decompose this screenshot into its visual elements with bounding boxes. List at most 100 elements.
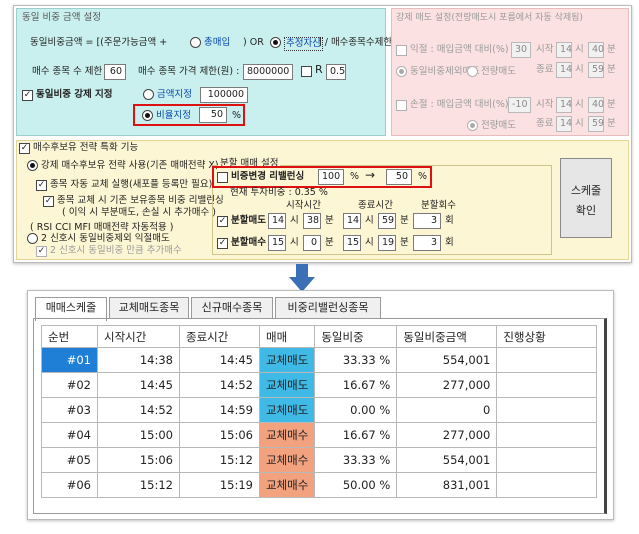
table-row[interactable]: #05 15:06 15:12 교체매수 33.33 % 554,001 <box>41 447 598 473</box>
cell-end[interactable]: 15:06 <box>179 422 260 448</box>
cell-end[interactable]: 15:19 <box>179 472 260 498</box>
cell-trade[interactable]: 교체매수 <box>258 472 316 498</box>
rebal-to-input[interactable]: 50 <box>386 169 412 185</box>
split-sell-start-minute[interactable]: 38 <box>303 213 321 229</box>
cell-trade[interactable]: 교체매도 <box>258 347 316 373</box>
amount-fixed-radio[interactable] <box>143 89 154 100</box>
split-buy-end-hour[interactable]: 15 <box>343 235 361 251</box>
cell-status[interactable] <box>496 422 598 448</box>
split-sell-end-hour[interactable]: 14 <box>343 213 361 229</box>
buy-hold-checkbox[interactable]: ✓ <box>19 143 30 154</box>
cell-trade[interactable]: 교체매도 <box>258 397 316 423</box>
loss-end-minute[interactable]: 59 <box>588 116 604 132</box>
down-arrow-icon <box>289 264 315 292</box>
split-buy-start-hour[interactable]: 15 <box>268 235 286 251</box>
split-buy-checkbox[interactable]: ✓ <box>217 238 228 249</box>
amount-fixed-input[interactable]: 100000 <box>200 87 248 103</box>
est-asset-radio[interactable] <box>270 37 281 48</box>
sig2-sell-radio[interactable] <box>27 233 38 244</box>
cell-weight[interactable]: 50.00 % <box>314 472 398 498</box>
price-limit-input[interactable]: 8000000 <box>243 64 293 80</box>
force-equal-checkbox[interactable]: ✓ <box>22 90 33 101</box>
cell-end[interactable]: 14:52 <box>179 372 260 398</box>
split-sell-start-hour[interactable]: 14 <box>268 213 286 229</box>
cell-start[interactable]: 15:06 <box>97 447 180 473</box>
cell-weight[interactable]: 16.67 % <box>314 372 398 398</box>
profit-end-minute[interactable]: 59 <box>588 62 604 78</box>
profit-checkbox[interactable] <box>396 45 407 56</box>
tab-rebalance[interactable]: 비중리밸런싱종목 <box>275 297 381 319</box>
tab-new-buy[interactable]: 신규매수종목 <box>191 297 273 319</box>
table-row[interactable]: #02 14:45 14:52 교체매도 16.67 % 277,000 <box>41 372 598 398</box>
cell-seq[interactable]: #02 <box>41 372 98 398</box>
r-checkbox[interactable] <box>301 66 312 77</box>
cell-trade[interactable]: 교체매수 <box>258 422 316 448</box>
profit-start-minute[interactable]: 40 <box>588 42 604 58</box>
sig2-buy-checkbox[interactable]: ✓ <box>36 246 47 257</box>
cell-trade[interactable]: 교체매도 <box>258 372 316 398</box>
loss-checkbox[interactable] <box>396 100 407 111</box>
cell-weight[interactable]: 16.67 % <box>314 422 398 448</box>
loss-end-hour[interactable]: 14 <box>556 116 572 132</box>
split-buy-end-minute[interactable]: 19 <box>378 235 396 251</box>
cell-status[interactable] <box>496 397 598 423</box>
auto-swap-checkbox[interactable]: ✓ <box>36 180 47 191</box>
cell-end[interactable]: 14:45 <box>179 347 260 373</box>
cell-end[interactable]: 15:12 <box>179 447 260 473</box>
loss-input[interactable]: -10 <box>508 97 531 113</box>
profit-end-hour[interactable]: 14 <box>556 62 572 78</box>
loss-start-hour[interactable]: 14 <box>556 97 572 113</box>
cell-seq[interactable]: #05 <box>41 447 98 473</box>
split-sell-end-minute[interactable]: 59 <box>378 213 396 229</box>
table-row[interactable]: #04 15:00 15:06 교체매수 16.67 % 277,000 <box>41 422 598 448</box>
cell-end[interactable]: 14:59 <box>179 397 260 423</box>
cell-status[interactable] <box>496 347 598 373</box>
cell-seq[interactable]: #04 <box>41 422 98 448</box>
cell-status[interactable] <box>496 472 598 498</box>
loss-start-minute[interactable]: 40 <box>588 97 604 113</box>
ratio-fixed-input[interactable]: 50 <box>199 107 227 123</box>
cell-weight[interactable]: 0.00 % <box>314 397 398 423</box>
cell-start[interactable]: 15:12 <box>97 472 180 498</box>
schedule-check-button[interactable]: 스케줄 확인 <box>560 158 612 238</box>
rebal-ratio-checkbox[interactable] <box>217 172 228 183</box>
split-buy-count[interactable]: 3 <box>413 235 441 251</box>
total-buy-radio[interactable] <box>190 37 201 48</box>
cell-amount[interactable]: 554,001 <box>396 347 498 373</box>
cell-start[interactable]: 14:52 <box>97 397 180 423</box>
buy-limit-input[interactable]: 60 <box>104 64 126 80</box>
cell-trade[interactable]: 교체매수 <box>258 447 316 473</box>
cell-amount[interactable]: 554,001 <box>396 447 498 473</box>
ratio-fixed-radio[interactable] <box>142 110 153 121</box>
cell-amount[interactable]: 277,000 <box>396 422 498 448</box>
all-sell-radio[interactable] <box>467 66 478 77</box>
cell-weight[interactable]: 33.33 % <box>314 447 398 473</box>
tab-swap-sell[interactable]: 교체매도종목 <box>109 297 189 319</box>
cell-amount[interactable]: 831,001 <box>396 472 498 498</box>
table-row[interactable]: #01 14:38 14:45 교체매도 33.33 % 554,001 <box>41 347 598 373</box>
cell-seq[interactable]: #06 <box>41 472 98 498</box>
cell-status[interactable] <box>496 372 598 398</box>
split-buy-start-minute[interactable]: 0 <box>303 235 321 251</box>
cell-status[interactable] <box>496 447 598 473</box>
cell-start[interactable]: 15:00 <box>97 422 180 448</box>
cell-amount[interactable]: 0 <box>396 397 498 423</box>
equal-sell-radio[interactable] <box>396 66 407 77</box>
split-sell-count[interactable]: 3 <box>413 213 441 229</box>
cell-weight[interactable]: 33.33 % <box>314 347 398 373</box>
table-row[interactable]: #06 15:12 15:19 교체매수 50.00 % 831,001 <box>41 472 598 498</box>
split-sell-checkbox[interactable]: ✓ <box>217 216 228 227</box>
profit-start-hour[interactable]: 14 <box>556 42 572 58</box>
cell-start[interactable]: 14:38 <box>97 347 180 373</box>
r-input[interactable]: 0.5 <box>326 64 346 80</box>
cell-amount[interactable]: 277,000 <box>396 372 498 398</box>
rebalance-checkbox[interactable]: ✓ <box>43 196 54 207</box>
cell-seq[interactable]: #03 <box>41 397 98 423</box>
table-row[interactable]: #03 14:52 14:59 교체매도 0.00 % 0 <box>41 397 598 423</box>
force-hold-radio[interactable] <box>27 160 38 171</box>
profit-input[interactable]: 30 <box>511 42 531 58</box>
rebal-from-input[interactable]: 100 <box>318 169 344 185</box>
cell-start[interactable]: 14:45 <box>97 372 180 398</box>
loss-all-sell-radio[interactable] <box>467 120 478 131</box>
cell-seq[interactable]: #01 <box>41 347 98 373</box>
